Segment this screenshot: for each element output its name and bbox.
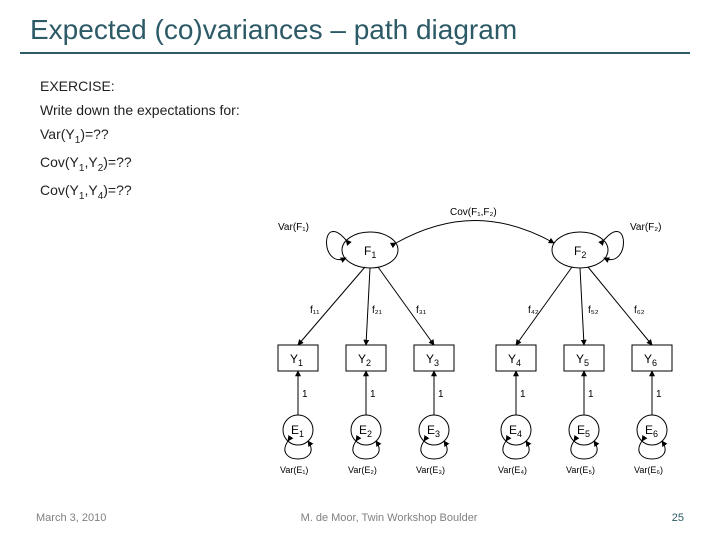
varE2: Var(E₂) — [348, 465, 377, 475]
e1-sub: 1 — [299, 429, 304, 439]
e4-label: E — [509, 423, 517, 437]
y6-sub: 6 — [652, 358, 657, 368]
svg-text:Y2: Y2 — [358, 352, 371, 368]
y3-sub: 3 — [434, 358, 439, 368]
svg-text:Y3: Y3 — [426, 352, 439, 368]
e2-label: E — [359, 423, 367, 437]
varF1-label: Var(F₁) — [278, 222, 309, 233]
q2-text-a: Cov(Y — [40, 154, 79, 170]
varE4: Var(E₄) — [498, 465, 527, 475]
slide: Expected (co)variances – path diagram EX… — [0, 0, 720, 540]
svg-text:E2: E2 — [359, 423, 372, 439]
svg-text:E3: E3 — [427, 423, 440, 439]
y-boxes — [278, 345, 672, 371]
svg-text:F1: F1 — [364, 244, 376, 260]
e6-sub: 6 — [653, 429, 658, 439]
e-nodes — [283, 415, 667, 445]
svg-text:E5: E5 — [577, 423, 590, 439]
y3-label: Y — [426, 352, 434, 366]
e5-label: E — [577, 423, 585, 437]
e2-sub: 2 — [367, 429, 372, 439]
varE1: Var(E₁) — [280, 465, 308, 475]
footer-date: March 3, 2010 — [36, 512, 106, 524]
y5-label: Y — [576, 352, 584, 366]
question-1: Var(Y1)=?? — [40, 126, 680, 146]
e1-label: E — [291, 423, 299, 437]
svg-text:F2: F2 — [574, 244, 586, 260]
svg-text:E6: E6 — [645, 423, 658, 439]
path-diagram-svg: F1 F2 Var(F₁) Var(F₂) Cov(F₁,F₂) Y1 — [260, 195, 690, 475]
q3-text-b: )=?? — [103, 182, 131, 198]
e5-sub: 5 — [585, 429, 590, 439]
q1-text-a: Var(Y — [40, 126, 75, 142]
q3-text-a: Cov(Y — [40, 182, 79, 198]
svg-text:Y5: Y5 — [576, 352, 589, 368]
load-f42: f₄₂ — [528, 305, 539, 316]
y4-label: Y — [508, 352, 516, 366]
e3-sub: 3 — [435, 429, 440, 439]
varE6: Var(E₆) — [634, 465, 663, 475]
f2-sub: 2 — [581, 250, 586, 260]
f1-sub: 1 — [371, 250, 376, 260]
exercise-prompt: Write down the expectations for: — [40, 102, 680, 118]
path-diagram: F1 F2 Var(F₁) Var(F₂) Cov(F₁,F₂) Y1 — [260, 195, 690, 475]
load-f31: f₃₁ — [416, 305, 427, 316]
slide-footer: March 3, 2010 M. de Moor, Twin Workshop … — [0, 512, 720, 524]
e4-sub: 4 — [517, 429, 522, 439]
one-6: 1 — [656, 389, 662, 400]
svg-text:E1: E1 — [291, 423, 304, 439]
svg-text:E4: E4 — [509, 423, 522, 439]
one-1: 1 — [302, 389, 308, 400]
y1-label: Y — [290, 352, 298, 366]
slide-body: EXERCISE: Write down the expectations fo… — [0, 54, 720, 201]
varE5: Var(E₅) — [566, 465, 595, 475]
load-f52: f₅₂ — [588, 305, 599, 316]
one-5: 1 — [588, 389, 594, 400]
svg-text:Y6: Y6 — [644, 352, 657, 368]
footer-center: M. de Moor, Twin Workshop Boulder — [301, 512, 478, 524]
one-4: 1 — [520, 389, 526, 400]
e6-label: E — [645, 423, 653, 437]
y5-sub: 5 — [584, 358, 589, 368]
svg-text:Y1: Y1 — [290, 352, 303, 368]
f2-label: F — [574, 244, 581, 258]
y2-sub: 2 — [366, 358, 371, 368]
y4-sub: 4 — [516, 358, 521, 368]
e3-label: E — [427, 423, 435, 437]
load-f11: f₁₁ — [310, 305, 320, 316]
q2-text-m: ,Y — [84, 154, 97, 170]
question-2: Cov(Y1,Y2)=?? — [40, 154, 680, 174]
y1-sub: 1 — [298, 358, 303, 368]
footer-page: 25 — [672, 512, 684, 524]
q3-text-m: ,Y — [84, 182, 97, 198]
exercise-heading: EXERCISE: — [40, 78, 680, 94]
svg-text:Y4: Y4 — [508, 352, 521, 368]
y6-label: Y — [644, 352, 652, 366]
slide-title: Expected (co)variances – path diagram — [0, 0, 720, 52]
load-f21: f₂₁ — [372, 305, 383, 316]
y2-label: Y — [358, 352, 366, 366]
q2-text-b: )=?? — [103, 154, 131, 170]
q1-text-b: )=?? — [80, 126, 108, 142]
varF2-label: Var(F₂) — [630, 222, 661, 233]
one-2: 1 — [370, 389, 376, 400]
f1-label: F — [364, 244, 371, 258]
varE3: Var(E₃) — [416, 465, 445, 475]
one-3: 1 — [438, 389, 444, 400]
covF-label: Cov(F₁,F₂) — [450, 207, 497, 218]
load-f62: f₆₂ — [634, 305, 645, 316]
